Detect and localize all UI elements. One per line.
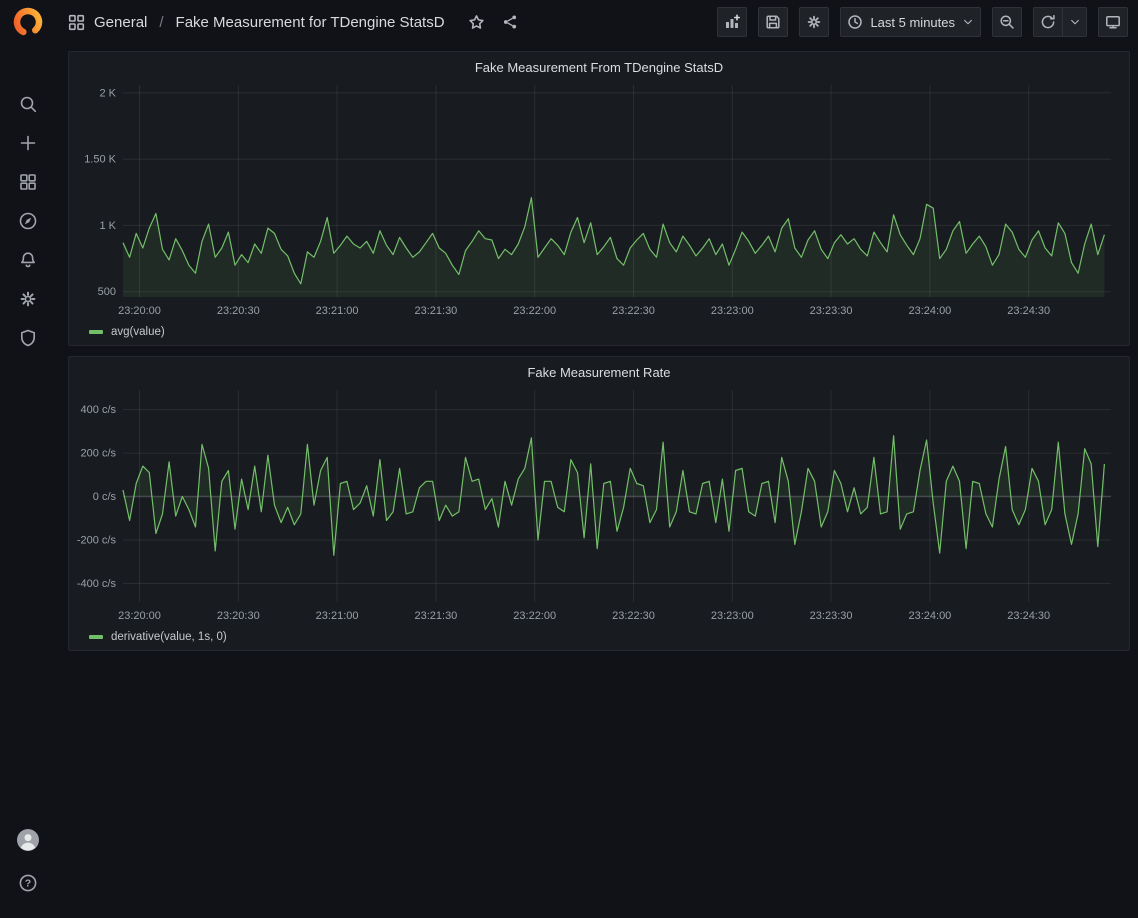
share-icon xyxy=(502,14,518,30)
main-area: General / Fake Measurement for TDengine … xyxy=(55,0,1138,918)
svg-text:23:23:00: 23:23:00 xyxy=(711,305,754,317)
svg-text:23:22:00: 23:22:00 xyxy=(513,305,556,317)
svg-text:23:24:30: 23:24:30 xyxy=(1007,610,1050,622)
svg-text:23:20:00: 23:20:00 xyxy=(118,305,161,317)
sidebar-item-dashboards[interactable] xyxy=(0,162,55,201)
timeseries-chart-avg-value[interactable]: 23:20:00 23:20:30 23:21:00 23:21:30 23:22:00… xyxy=(77,79,1121,323)
sidebar-item-help[interactable]: ? xyxy=(18,873,38,898)
svg-text:200 c/s: 200 c/s xyxy=(81,448,117,460)
svg-text:1.50 K: 1.50 K xyxy=(84,154,116,166)
apps-grid-icon xyxy=(68,14,85,31)
gear-icon xyxy=(18,289,38,309)
refresh-button[interactable] xyxy=(1033,7,1063,37)
svg-text:23:22:00: 23:22:00 xyxy=(513,610,556,622)
sidebar-bottom: ? xyxy=(17,829,39,898)
breadcrumb-folder[interactable]: General xyxy=(94,14,147,31)
svg-text:23:20:30: 23:20:30 xyxy=(217,305,260,317)
zoom-out-icon xyxy=(999,14,1015,30)
search-icon xyxy=(18,94,38,114)
clock-icon xyxy=(847,14,863,30)
svg-text:23:24:00: 23:24:00 xyxy=(908,610,951,622)
help-icon: ? xyxy=(18,873,38,893)
toolbar: Last 5 minutes xyxy=(717,7,1128,37)
star-icon xyxy=(468,14,485,31)
svg-text:23:24:00: 23:24:00 xyxy=(908,305,951,317)
plus-icon xyxy=(18,133,38,153)
breadcrumb: General / Fake Measurement for TDengine … xyxy=(68,14,522,31)
sidebar-item-create[interactable] xyxy=(0,123,55,162)
sidebar-nav xyxy=(0,84,55,357)
compass-icon xyxy=(18,211,38,231)
svg-text:23:20:00: 23:20:00 xyxy=(118,610,161,622)
zoom-out-button[interactable] xyxy=(992,7,1022,37)
svg-text:2 K: 2 K xyxy=(99,87,116,99)
panel-title[interactable]: Fake Measurement From TDengine StatsD xyxy=(77,57,1121,79)
dashboard-title[interactable]: Fake Measurement for TDengine StatsD xyxy=(176,14,445,31)
sidebar-item-configuration[interactable] xyxy=(0,279,55,318)
refresh-button-group xyxy=(1033,7,1087,37)
sidebar-item-search[interactable] xyxy=(0,84,55,123)
dashboard-grid: Fake Measurement From TDengine StatsD 23… xyxy=(55,44,1138,651)
panel-fake-measurement-rate: Fake Measurement Rate 23:20:0023:20:3023… xyxy=(68,356,1130,651)
svg-text:23:22:30: 23:22:30 xyxy=(612,610,655,622)
time-range-picker[interactable]: Last 5 minutes xyxy=(840,7,981,37)
legend-series-swatch xyxy=(89,635,103,639)
time-range-label: Last 5 minutes xyxy=(870,15,955,30)
shield-icon xyxy=(18,328,38,348)
breadcrumb-separator: / xyxy=(156,14,166,31)
cycle-view-mode-button[interactable] xyxy=(1098,7,1128,37)
legend-series-label[interactable]: avg(value) xyxy=(111,326,165,338)
monitor-icon xyxy=(1105,14,1121,30)
refresh-interval-dropdown[interactable] xyxy=(1063,7,1087,37)
legend-series-swatch xyxy=(89,330,103,334)
dashboard-settings-button[interactable] xyxy=(799,7,829,37)
svg-text:23:21:00: 23:21:00 xyxy=(316,610,359,622)
svg-text:23:20:30: 23:20:30 xyxy=(217,610,260,622)
grafana-logo-icon xyxy=(11,5,45,39)
sidebar-item-server-admin[interactable] xyxy=(0,318,55,357)
sidebar-item-explore[interactable] xyxy=(0,201,55,240)
save-icon xyxy=(765,14,781,30)
svg-text:1 K: 1 K xyxy=(99,220,116,232)
share-dashboard-button[interactable] xyxy=(498,14,522,30)
panel-title[interactable]: Fake Measurement Rate xyxy=(77,362,1121,384)
chevron-down-icon xyxy=(962,16,974,28)
user-avatar[interactable] xyxy=(17,829,39,856)
grafana-logo[interactable] xyxy=(11,5,45,39)
add-panel-button[interactable] xyxy=(717,7,747,37)
star-dashboard-button[interactable] xyxy=(464,14,489,31)
svg-text:400 c/s: 400 c/s xyxy=(81,404,117,416)
sidebar: ? xyxy=(0,0,55,918)
svg-text:500: 500 xyxy=(98,286,116,298)
avatar-icon xyxy=(17,829,39,851)
chart-legend: avg(value) xyxy=(77,323,1121,343)
timeseries-chart-derivative[interactable]: 23:20:00 23:20:30 23:21:00 23:21:30 23:22:00… xyxy=(77,384,1121,628)
sidebar-item-alerting[interactable] xyxy=(0,240,55,279)
bell-icon xyxy=(18,250,38,270)
legend-series-label[interactable]: derivative(value, 1s, 0) xyxy=(111,631,227,643)
chart-legend: derivative(value, 1s, 0) xyxy=(77,628,1121,648)
svg-text:23:23:30: 23:23:30 xyxy=(810,305,853,317)
svg-text:23:23:30: 23:23:30 xyxy=(810,610,853,622)
svg-text:-200 c/s: -200 c/s xyxy=(77,535,116,547)
svg-text:?: ? xyxy=(24,878,30,890)
add-panel-icon xyxy=(724,14,740,30)
chevron-down-icon xyxy=(1069,16,1081,28)
svg-text:23:23:00: 23:23:00 xyxy=(711,610,754,622)
svg-text:-400 c/s: -400 c/s xyxy=(77,578,116,590)
settings-gear-icon xyxy=(806,14,822,30)
app-root: ? General / Fake Measurement for TDengin… xyxy=(0,0,1138,918)
refresh-icon xyxy=(1040,14,1056,30)
svg-text:23:21:30: 23:21:30 xyxy=(414,610,457,622)
svg-text:23:21:30: 23:21:30 xyxy=(414,305,457,317)
top-navbar: General / Fake Measurement for TDengine … xyxy=(55,0,1138,44)
panel-fake-measurement: Fake Measurement From TDengine StatsD 23… xyxy=(68,51,1130,346)
svg-text:23:22:30: 23:22:30 xyxy=(612,305,655,317)
svg-text:0 c/s: 0 c/s xyxy=(93,491,117,503)
svg-text:23:21:00: 23:21:00 xyxy=(316,305,359,317)
svg-text:23:24:30: 23:24:30 xyxy=(1007,305,1050,317)
save-dashboard-button[interactable] xyxy=(758,7,788,37)
dashboards-grid-icon xyxy=(18,172,38,192)
